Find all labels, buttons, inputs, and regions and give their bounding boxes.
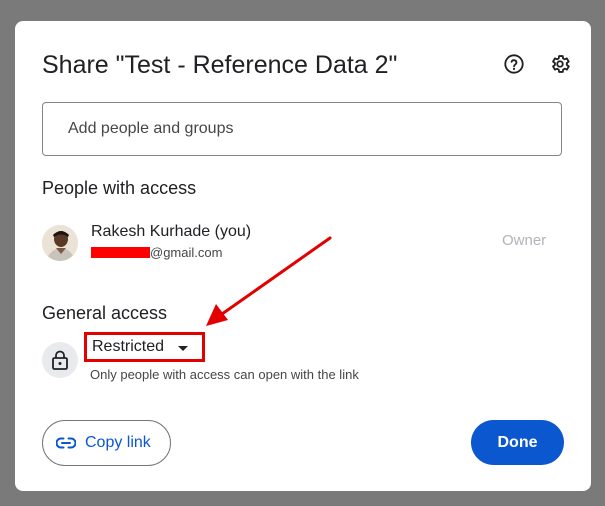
gear-icon bbox=[552, 55, 570, 73]
general-access-icon bbox=[42, 342, 78, 378]
add-people-input[interactable] bbox=[66, 119, 561, 139]
help-circle-icon bbox=[504, 54, 524, 74]
settings-button[interactable] bbox=[547, 51, 573, 77]
help-button[interactable] bbox=[501, 51, 527, 77]
lock-icon bbox=[52, 350, 68, 370]
general-access-heading: General access bbox=[42, 303, 168, 323]
caret-down-icon bbox=[178, 345, 189, 351]
user-name: Rakesh Kurhade (you) bbox=[91, 223, 252, 240]
general-access-selected: Restricted bbox=[92, 338, 165, 355]
general-access-dropdown[interactable]: Restricted bbox=[84, 332, 205, 362]
user-email: @gmail.com bbox=[91, 245, 222, 260]
copy-link-button[interactable]: Copy link bbox=[42, 420, 171, 466]
done-button[interactable]: Done bbox=[471, 420, 564, 465]
add-people-field[interactable] bbox=[42, 102, 562, 156]
redaction-mark bbox=[91, 247, 150, 258]
general-access-description: Only people with access can open with th… bbox=[90, 367, 359, 382]
share-dialog: Share "Test - Reference Data 2" People w… bbox=[15, 21, 591, 491]
people-with-access-heading: People with access bbox=[42, 178, 197, 198]
user-role: Owner bbox=[502, 232, 547, 249]
avatar bbox=[42, 225, 78, 261]
dialog-title: Share "Test - Reference Data 2" bbox=[42, 51, 398, 79]
copy-link-label: Copy link bbox=[85, 434, 151, 451]
user-email-suffix: @gmail.com bbox=[150, 245, 223, 260]
link-icon bbox=[56, 437, 76, 449]
